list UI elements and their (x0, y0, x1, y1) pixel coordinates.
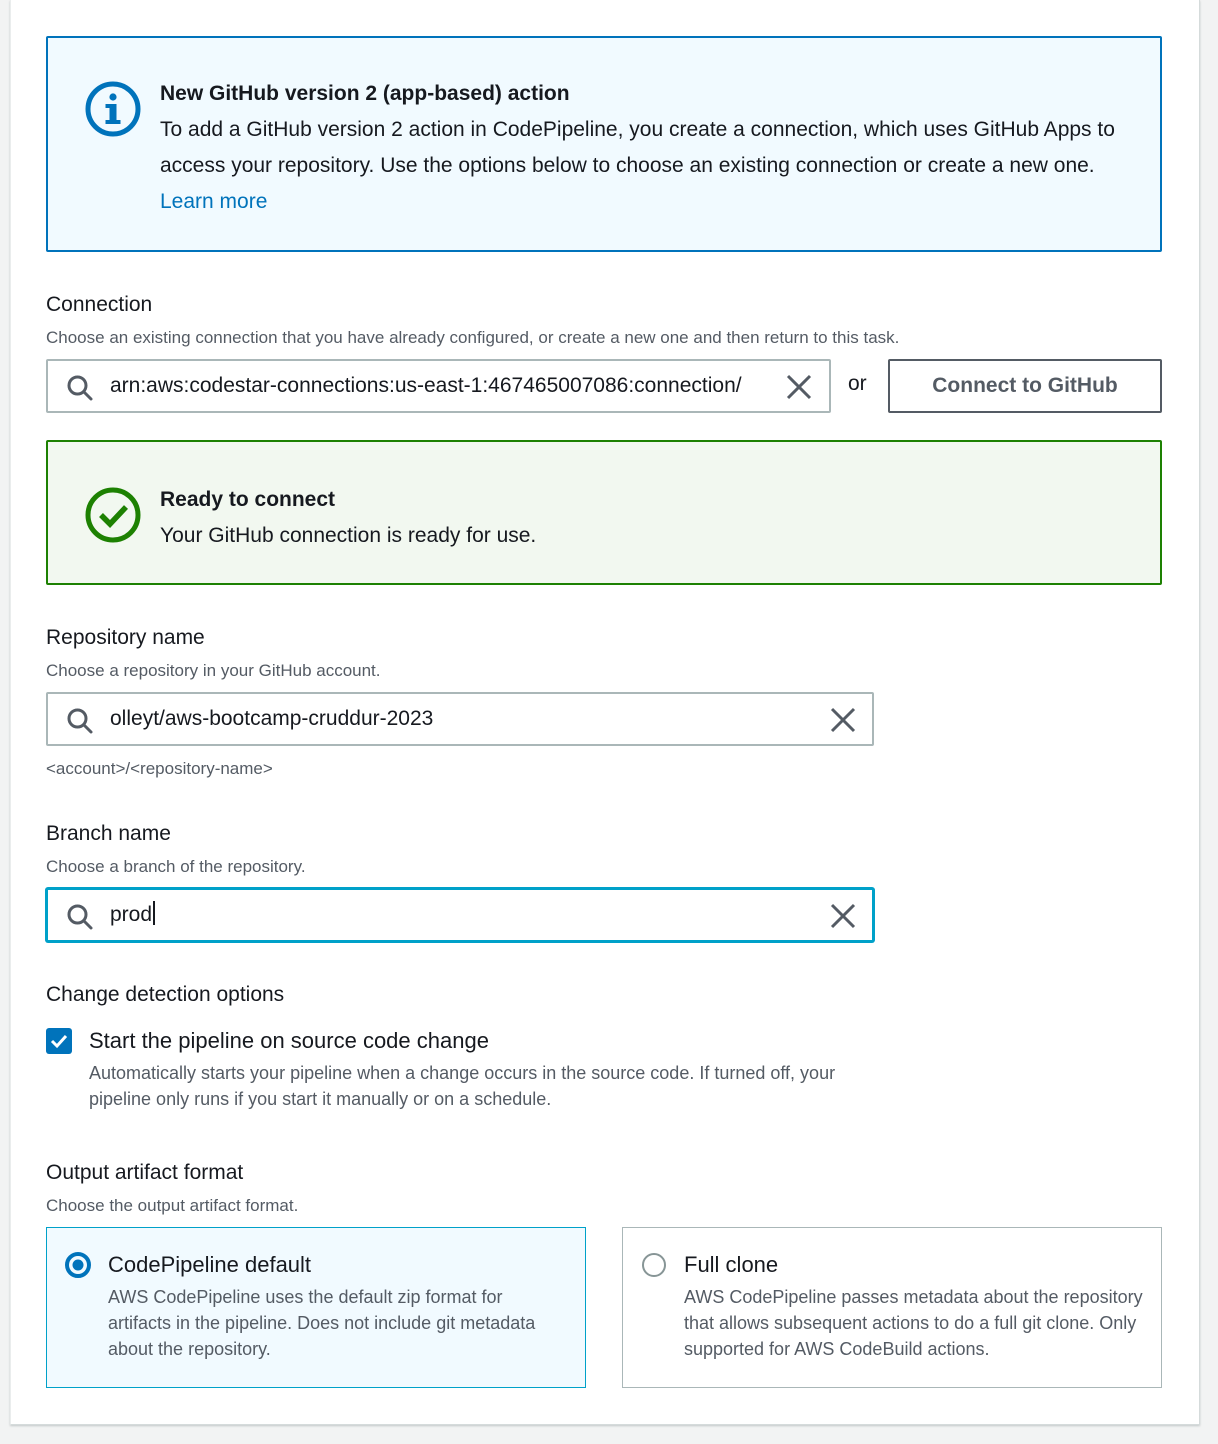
option-title: CodePipeline default (108, 1252, 312, 1277)
radio-selected-icon[interactable] (65, 1252, 91, 1283)
search-icon (66, 374, 94, 407)
learn-more-link[interactable]: Learn more (160, 190, 267, 213)
start-pipeline-label: Start the pipeline on source code change (89, 1028, 489, 1053)
option-title: Full clone (684, 1252, 779, 1277)
success-alert-title: Ready to connect (160, 488, 336, 511)
start-pipeline-description: Automatically starts your pipeline when … (89, 1063, 836, 1109)
change-detection-label: Change detection options (46, 983, 285, 1006)
repository-input[interactable]: olleyt/aws-bootcamp-cruddur-2023 (46, 692, 874, 746)
output-format-label: Output artifact format (46, 1161, 244, 1184)
branch-value: prod (110, 903, 153, 926)
search-icon (66, 707, 94, 740)
start-pipeline-checkbox[interactable] (46, 1028, 72, 1054)
option-full-clone[interactable]: Full clone AWS CodePipeline passes metad… (622, 1227, 1162, 1388)
radio-unselected-icon[interactable] (641, 1252, 667, 1283)
text-caret (153, 901, 156, 925)
branch-description: Choose a branch of the repository. (46, 857, 306, 876)
info-icon (84, 80, 142, 143)
branch-input[interactable]: prod (46, 888, 874, 942)
success-check-icon (84, 486, 142, 549)
info-alert-text: To add a GitHub version 2 action in Code… (160, 118, 1115, 177)
checkbox-checked-icon (50, 1034, 68, 1049)
clear-icon[interactable] (830, 707, 856, 738)
info-alert-title: New GitHub version 2 (app-based) action (160, 82, 570, 105)
connection-label: Connection (46, 293, 153, 316)
connection-description: Choose an existing connection that you h… (46, 328, 900, 347)
branch-label: Branch name (46, 822, 171, 845)
or-text: or (848, 372, 867, 395)
info-alert-body: To add a GitHub version 2 action in Code… (160, 112, 1130, 220)
clear-icon[interactable] (830, 903, 856, 934)
connection-input[interactable]: arn:aws:codestar-connections:us-east-1:4… (46, 359, 831, 413)
branch-value-wrap: prod (110, 890, 156, 940)
success-alert: Ready to connect Your GitHub connection … (46, 440, 1162, 585)
option-codepipeline-default[interactable]: CodePipeline default AWS CodePipeline us… (46, 1227, 586, 1388)
repository-label: Repository name (46, 626, 205, 649)
connection-value: arn:aws:codestar-connections:us-east-1:4… (110, 374, 742, 397)
info-alert: New GitHub version 2 (app-based) action … (46, 36, 1162, 252)
output-format-description: Choose the output artifact format. (46, 1196, 299, 1215)
clear-icon[interactable] (786, 374, 812, 405)
search-icon (66, 903, 94, 936)
option-description: AWS CodePipeline passes metadata about t… (684, 1287, 1143, 1359)
repository-value: olleyt/aws-bootcamp-cruddur-2023 (110, 707, 434, 730)
repository-description: Choose a repository in your GitHub accou… (46, 661, 381, 680)
success-alert-body: Your GitHub connection is ready for use. (160, 524, 537, 547)
repository-hint: <account>/<repository-name> (46, 759, 273, 778)
connect-to-github-button[interactable]: Connect to GitHub (888, 359, 1162, 413)
option-description: AWS CodePipeline uses the default zip fo… (108, 1287, 536, 1359)
